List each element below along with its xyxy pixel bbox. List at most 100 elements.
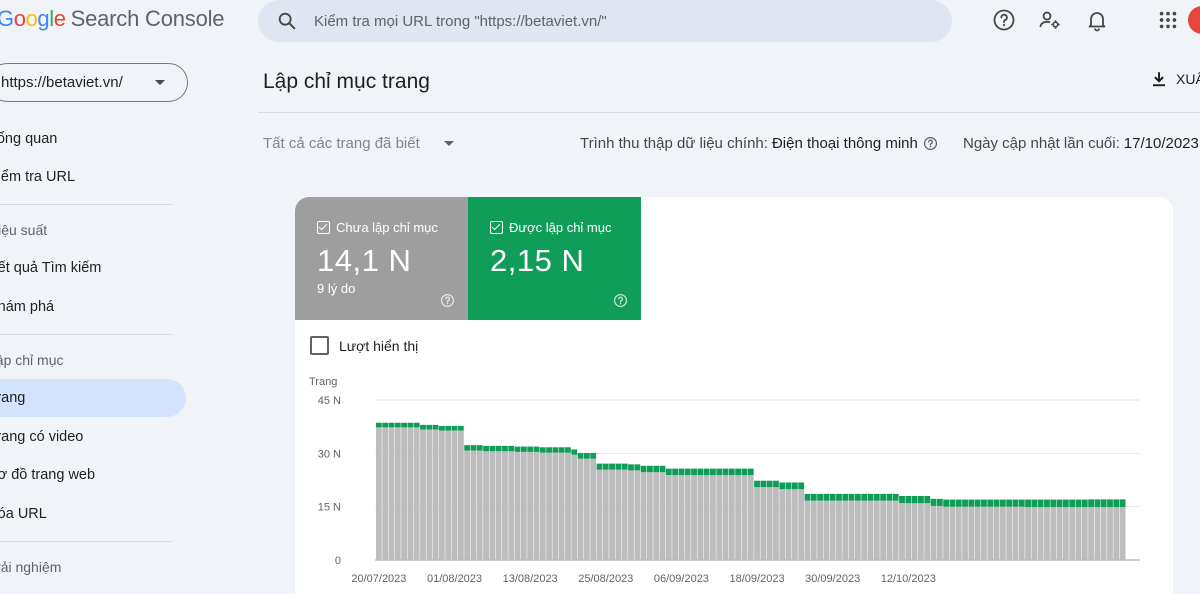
manage-users-icon[interactable] (1037, 7, 1063, 33)
bar-not-indexed (1081, 507, 1088, 560)
bar-not-indexed (791, 489, 798, 560)
x-tick-label: 20/07/2023 (351, 573, 406, 585)
bar-indexed (489, 445, 496, 452)
bar-not-indexed (823, 500, 830, 560)
checkbox-unchecked-icon[interactable] (310, 336, 329, 355)
bar-indexed (401, 422, 408, 428)
bar-indexed (842, 493, 849, 501)
bar-not-indexed (773, 487, 779, 560)
bar-not-indexed (1050, 507, 1057, 560)
bar-not-indexed (703, 475, 710, 560)
bar-not-indexed (527, 451, 534, 560)
bar-indexed (596, 463, 603, 470)
bar-not-indexed (1107, 507, 1113, 560)
bar-indexed (407, 422, 414, 428)
impressions-toggle[interactable]: Lượt hiển thị (310, 336, 418, 355)
bar-not-indexed (836, 500, 842, 560)
bar-not-indexed (949, 506, 956, 560)
y-tick-label: 30 N (318, 448, 341, 460)
apps-grid-icon[interactable] (1155, 7, 1181, 33)
search-console-logo[interactable]: Google Search Console (0, 6, 225, 36)
x-tick-label: 30/09/2023 (805, 573, 860, 585)
bar-indexed (615, 463, 622, 470)
bar-not-indexed (628, 470, 634, 560)
search-input[interactable] (314, 9, 914, 33)
bar-not-indexed (804, 500, 811, 560)
nav-sitemaps[interactable]: Sơ đồ trang web (0, 456, 186, 494)
property-selector[interactable]: https://betaviet.vn/ (0, 63, 188, 102)
help-icon[interactable] (923, 136, 938, 151)
bar-not-indexed (1094, 507, 1101, 560)
page-filter-dropdown[interactable]: Tất cả các trang đã biết (263, 135, 454, 152)
bar-not-indexed (1044, 507, 1050, 560)
help-icon[interactable] (613, 293, 628, 308)
bar-not-indexed (899, 503, 905, 560)
bar-indexed (483, 445, 489, 452)
bar-not-indexed (451, 430, 458, 560)
bar-not-indexed (1119, 507, 1126, 560)
not-indexed-tile[interactable]: Chưa lập chỉ mục 14,1 N 9 lý do (295, 197, 468, 320)
bar-not-indexed (376, 427, 382, 560)
bar-indexed (602, 463, 609, 470)
url-inspection-search[interactable] (258, 0, 952, 42)
bar-indexed (388, 422, 395, 428)
not-indexed-value: 14,1 N (317, 243, 412, 278)
bar-not-indexed (785, 489, 792, 560)
checkbox-checked-icon[interactable] (490, 221, 503, 234)
bar-not-indexed (892, 500, 899, 560)
bar-indexed (583, 452, 590, 459)
nav-pages[interactable]: Trang (0, 379, 186, 417)
nav-overview[interactable]: Tổng quan (0, 120, 186, 158)
nav-removals[interactable]: Xóa URL (0, 495, 186, 533)
bar-indexed (520, 446, 527, 452)
bar-indexed (791, 482, 798, 490)
bar-not-indexed (382, 427, 389, 560)
export-button[interactable]: XUẤT (1150, 70, 1200, 88)
y-tick-label: 15 N (318, 502, 341, 514)
nav-video-pages[interactable]: Trang có video (0, 418, 186, 456)
bar-indexed (716, 468, 723, 476)
bar-indexed (981, 499, 987, 507)
bar-not-indexed (943, 506, 950, 560)
bar-indexed (495, 445, 502, 452)
property-url: https://betaviet.vn/ (1, 74, 123, 91)
bar-not-indexed (432, 429, 439, 560)
bar-indexed (880, 493, 886, 501)
pages-chart: Trang 0 15 N 30 N 45 N 20/07/2023 01/08/2023 13… (309, 376, 1140, 585)
google-wordmark: Google (0, 6, 66, 32)
bar-indexed (798, 482, 805, 490)
bar-indexed (728, 468, 735, 476)
bar-indexed (779, 482, 786, 490)
bar-not-indexed (413, 427, 420, 560)
bar-not-indexed (653, 472, 660, 560)
bar-not-indexed (854, 500, 861, 560)
checkbox-checked-icon[interactable] (317, 221, 330, 234)
chevron-down-icon (155, 80, 165, 85)
notifications-icon[interactable] (1084, 7, 1110, 33)
bar-indexed (1094, 499, 1101, 508)
bar-not-indexed (1088, 507, 1094, 560)
help-icon[interactable] (991, 7, 1017, 33)
x-tick-label: 01/08/2023 (427, 573, 482, 585)
bar-not-indexed (533, 451, 540, 560)
bar-not-indexed (710, 475, 716, 560)
avatar[interactable] (1188, 6, 1200, 34)
bar-not-indexed (1018, 506, 1025, 560)
bar-indexed (710, 468, 716, 476)
nav-discover[interactable]: Khám phá (0, 288, 186, 326)
bar-indexed (634, 464, 641, 471)
bar-indexed (1069, 499, 1076, 508)
indexed-tile[interactable]: Được lập chỉ mục 2,15 N (468, 197, 641, 320)
bar-indexed (867, 493, 874, 501)
bar-not-indexed (754, 487, 760, 560)
updated-value: 17/10/2023 (1123, 135, 1199, 152)
nav-url-inspection[interactable]: Kiểm tra URL (0, 158, 186, 196)
bar-not-indexed (867, 500, 874, 560)
bar-not-indexed (571, 454, 578, 560)
bar-indexed (558, 447, 565, 453)
bar-not-indexed (766, 487, 773, 560)
search-icon[interactable] (276, 10, 298, 32)
bar-not-indexed (880, 500, 886, 560)
nav-search-results[interactable]: Kết quả Tìm kiếm (0, 249, 186, 287)
help-icon[interactable] (440, 293, 455, 308)
